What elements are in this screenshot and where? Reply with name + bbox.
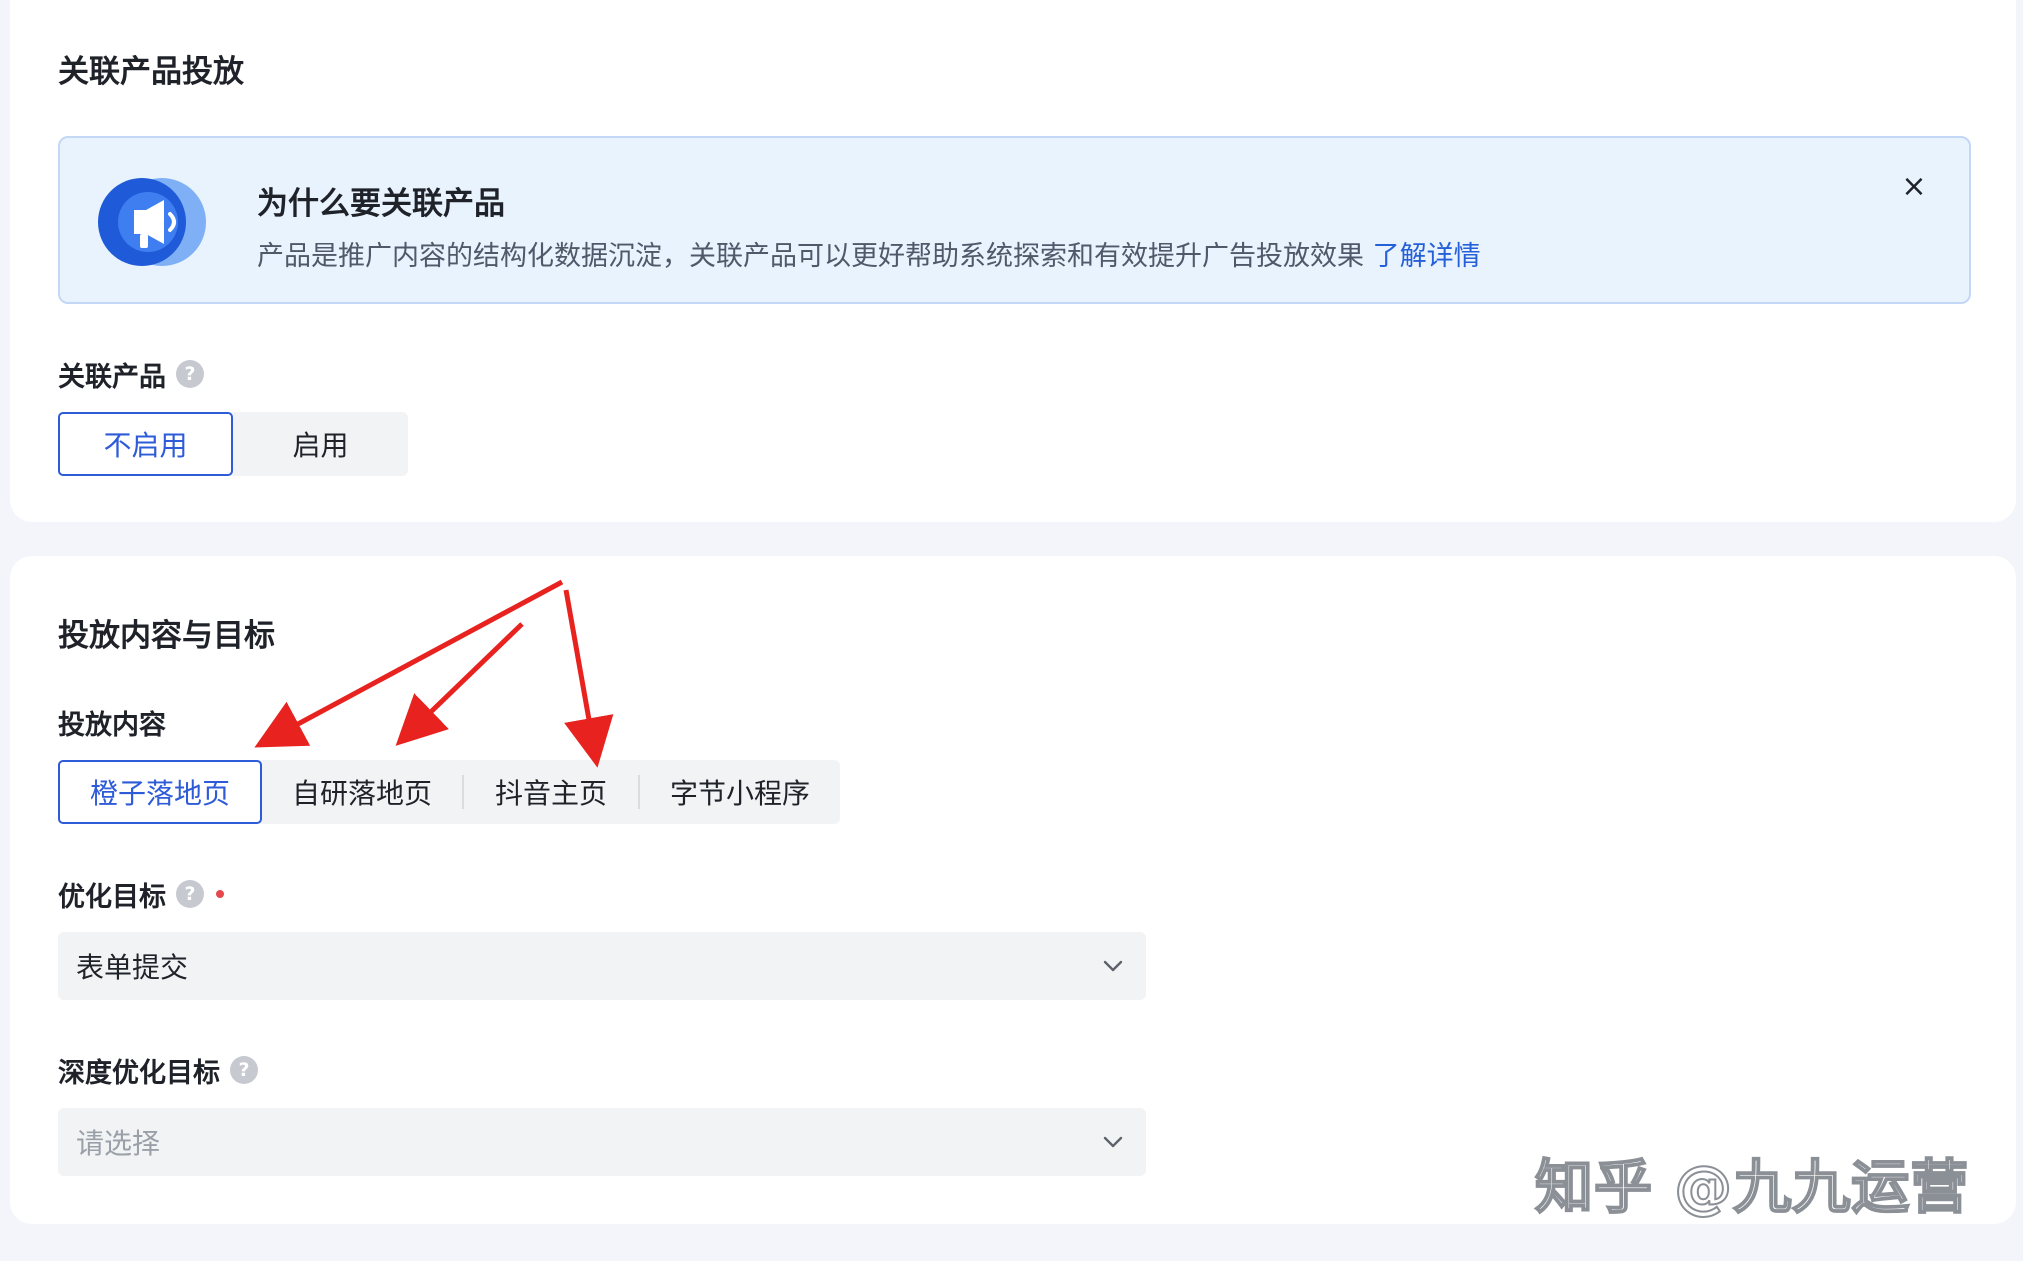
option-enabled[interactable]: 启用 bbox=[233, 412, 408, 476]
help-icon[interactable]: ? bbox=[230, 1056, 258, 1084]
deep-optimization-goal-label-row: 深度优化目标 ? bbox=[58, 1052, 258, 1089]
tab-orange-landing-page[interactable]: 橙子落地页 bbox=[58, 760, 262, 824]
optimization-goal-value: 表单提交 bbox=[76, 951, 189, 984]
section-title-related-product: 关联产品投放 bbox=[58, 54, 244, 90]
delivery-content-label: 投放内容 bbox=[58, 704, 166, 741]
megaphone-icon bbox=[98, 178, 206, 266]
optimization-goal-select[interactable]: 表单提交 bbox=[58, 932, 1146, 1000]
chevron-down-icon bbox=[1103, 960, 1123, 972]
tab-bytedance-mini-program[interactable]: 字节小程序 bbox=[640, 760, 840, 824]
deep-optimization-goal-label: 深度优化目标 bbox=[58, 1057, 220, 1089]
learn-more-link[interactable]: 了解详情 bbox=[1373, 241, 1481, 272]
related-product-label-row: 关联产品 ? bbox=[58, 356, 204, 393]
optimization-goal-label-row: 优化目标 ? bbox=[58, 876, 224, 913]
delivery-content-label-text: 投放内容 bbox=[58, 709, 166, 741]
tab-self-built-landing-page[interactable]: 自研落地页 bbox=[262, 760, 462, 824]
notice-description: 产品是推广内容的结构化数据沉淀，关联产品可以更好帮助系统探索和有效提升广告投放效… bbox=[257, 234, 1481, 273]
help-icon[interactable]: ? bbox=[176, 880, 204, 908]
chevron-down-icon bbox=[1103, 1136, 1123, 1148]
deep-optimization-goal-placeholder: 请选择 bbox=[76, 1127, 161, 1160]
help-icon[interactable]: ? bbox=[176, 360, 204, 388]
notice-description-text: 产品是推广内容的结构化数据沉淀，关联产品可以更好帮助系统探索和有效提升广告投放效… bbox=[257, 241, 1364, 272]
optimization-goal-label: 优化目标 bbox=[58, 881, 166, 913]
watermark: 知乎 @九九运营 bbox=[1534, 1152, 1970, 1222]
option-disabled[interactable]: 不启用 bbox=[58, 412, 233, 476]
required-indicator bbox=[216, 890, 224, 898]
deep-optimization-goal-select[interactable]: 请选择 bbox=[58, 1108, 1146, 1176]
delivery-content-tabs: 橙子落地页 自研落地页 抖音主页 字节小程序 bbox=[58, 760, 840, 824]
page: 关联产品投放 为什么要关联产品 产品是推广内容的结构化数据沉淀，关联产品可以更好… bbox=[0, 0, 2023, 1261]
notice-title: 为什么要关联产品 bbox=[257, 186, 505, 222]
info-notice-banner: 为什么要关联产品 产品是推广内容的结构化数据沉淀，关联产品可以更好帮助系统探索和… bbox=[58, 136, 1971, 304]
related-product-toggle: 不启用 启用 bbox=[58, 412, 408, 476]
close-icon[interactable]: × bbox=[1899, 172, 1929, 202]
section-title-delivery: 投放内容与目标 bbox=[58, 618, 275, 654]
tab-douyin-homepage[interactable]: 抖音主页 bbox=[464, 760, 638, 824]
related-product-label: 关联产品 bbox=[58, 361, 166, 393]
